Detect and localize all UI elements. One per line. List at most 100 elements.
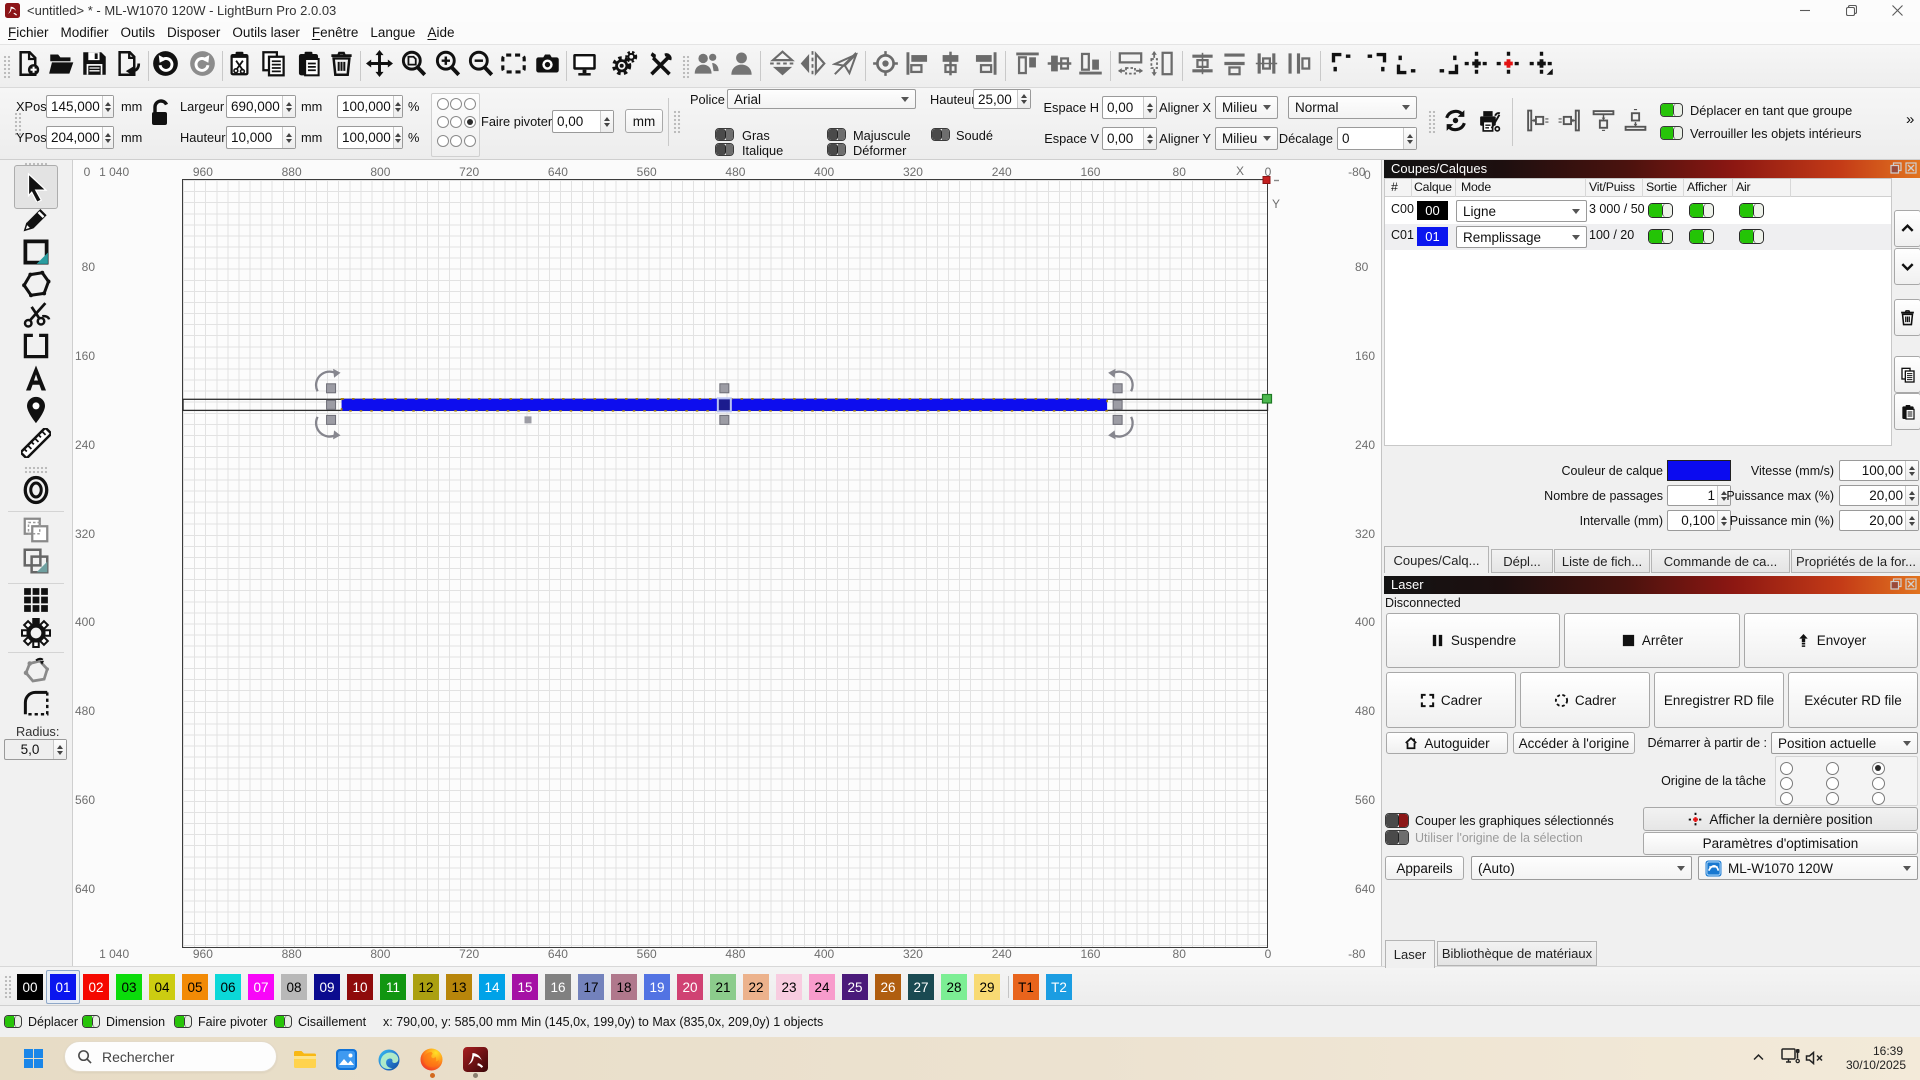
distort-toggle[interactable] (827, 143, 846, 156)
job-origin-selector[interactable] (1775, 756, 1918, 806)
zoom-in-button[interactable] (430, 46, 464, 80)
palette-swatch-T2[interactable]: T2 (1046, 974, 1072, 1000)
palette-swatch-00[interactable]: 00 (17, 974, 43, 1000)
frame-button[interactable]: Cadrer (1386, 672, 1516, 728)
cross-center-button[interactable] (1459, 46, 1493, 80)
tool-corner-radius[interactable] (21, 688, 51, 718)
network-icon[interactable] (1781, 1048, 1801, 1066)
volume-muted-icon[interactable] (1805, 1051, 1823, 1065)
distribute-v-center-button[interactable] (1249, 46, 1283, 80)
taskbar-search[interactable]: Rechercher (64, 1041, 277, 1072)
pad-top-button[interactable] (1588, 105, 1618, 135)
palette-swatch-16[interactable]: 16 (545, 974, 571, 1000)
tab-commande-de-ca[interactable]: Commande de ca... (1651, 549, 1790, 573)
zoom-out-button[interactable] (463, 46, 497, 80)
column-header-mode[interactable]: Mode (1461, 180, 1491, 194)
panel-float-icon[interactable] (1890, 162, 1902, 174)
palette-swatch-28[interactable]: 28 (941, 974, 967, 1000)
file-explorer-icon[interactable] (293, 1050, 316, 1069)
device-combo[interactable]: ML-W1070 120W (1698, 856, 1918, 880)
port-combo[interactable]: (Auto) (1471, 856, 1692, 880)
redo-button[interactable] (185, 46, 219, 80)
toolbar-grip[interactable] (673, 110, 681, 134)
restore-button[interactable] (1828, 0, 1874, 21)
power-max-field[interactable]: 20,00 (1839, 485, 1919, 506)
palette-swatch-15[interactable]: 15 (512, 974, 538, 1000)
job-origin-radio-1[interactable] (1826, 762, 1839, 775)
spinner-buttons[interactable] (393, 96, 402, 117)
offset-field[interactable]: 0 (1337, 127, 1417, 150)
panel-close-icon[interactable] (1905, 162, 1917, 174)
radius-field[interactable]: 5,0 (4, 739, 67, 760)
move-as-group-toggle[interactable] (1660, 103, 1683, 117)
close-button[interactable] (1874, 0, 1920, 21)
palette-swatch-19[interactable]: 19 (644, 974, 670, 1000)
uppercase-toggle[interactable] (827, 128, 846, 141)
save-file-button[interactable] (77, 46, 111, 80)
same-height-button[interactable] (1144, 46, 1178, 80)
tab-laser[interactable]: Laser (1385, 940, 1435, 968)
tool-draw-lines[interactable] (21, 204, 51, 234)
save-rd-button[interactable]: Enregistrer RD file (1654, 672, 1784, 728)
layer-color-chip[interactable]: 01 (1417, 227, 1448, 246)
palette-swatch-21[interactable]: 21 (710, 974, 736, 1000)
refresh-text-button[interactable] (1440, 105, 1470, 135)
send-plane-button[interactable] (828, 46, 862, 80)
focus-target-button[interactable] (868, 46, 902, 80)
anchor-radio-0[interactable] (437, 98, 449, 110)
spinner-buttons[interactable] (102, 96, 113, 117)
pad-right-button[interactable] (1554, 105, 1584, 135)
alignx-combo[interactable]: Milieu (1215, 96, 1278, 119)
tab-d-pl[interactable]: Dépl... (1491, 549, 1553, 573)
anchor-radio-5[interactable] (464, 116, 476, 128)
layer-up-button[interactable] (1894, 210, 1920, 247)
tool-select[interactable] (21, 172, 51, 202)
layer-sortie-toggle[interactable] (1648, 229, 1673, 244)
column-header-vitpuiss[interactable]: Vit/Puiss (1589, 180, 1635, 194)
same-width-button[interactable] (1113, 46, 1147, 80)
stop-button[interactable]: Arrêter (1564, 613, 1740, 668)
import-file-button[interactable] (110, 46, 144, 80)
user-button[interactable] (724, 46, 758, 80)
column-header-afficher[interactable]: Afficher (1687, 180, 1727, 194)
run-rd-button[interactable]: Exécuter RD file (1788, 672, 1918, 728)
flip-horizontal-button[interactable] (795, 46, 829, 80)
cuts-panel-header[interactable]: Coupes/Calques (1384, 160, 1920, 178)
layer-air-toggle[interactable] (1739, 229, 1764, 244)
tool-position-laser[interactable] (21, 395, 51, 425)
cross-laser-position-button[interactable] (1491, 46, 1525, 80)
status-toggle-déplacer[interactable] (4, 1015, 22, 1028)
bold-toggle[interactable] (715, 128, 734, 141)
workspace-canvas[interactable]: 1 0401 040960960880880800800720720640640… (73, 160, 1381, 966)
menu-outils[interactable]: Outils (115, 23, 162, 43)
zoom-page-button[interactable] (396, 46, 430, 80)
align-center-h-button[interactable] (933, 46, 967, 80)
job-origin-radio-4[interactable] (1826, 777, 1839, 790)
photos-app-icon[interactable] (336, 1049, 357, 1070)
cut-selected-toggle[interactable] (1385, 813, 1409, 828)
job-origin-radio-7[interactable] (1826, 792, 1839, 805)
flip-vertical-button[interactable] (765, 46, 799, 80)
laser-panel-header[interactable]: Laser (1384, 576, 1920, 594)
palette-swatch-02[interactable]: 02 (83, 974, 109, 1000)
devices-button[interactable]: Appareils (1385, 856, 1464, 880)
minimize-button[interactable] (1782, 0, 1828, 21)
layer-row-C00[interactable]: C0000Ligne3 000 / 50 (1385, 198, 1891, 224)
power-min-field[interactable]: 20,00 (1839, 510, 1919, 531)
copy-button[interactable] (256, 46, 290, 80)
height-field[interactable]: 10,000 (226, 126, 296, 149)
home-button[interactable]: Autoguider (1386, 732, 1508, 754)
distribute-h-gap-button[interactable] (1217, 46, 1251, 80)
frame-circle-button[interactable]: Cadrer (1520, 672, 1650, 728)
preview-monitor-button[interactable] (567, 46, 601, 80)
layer-sortie-toggle[interactable] (1648, 203, 1673, 218)
pad-left-button[interactable] (1522, 105, 1552, 135)
toolbar-grip[interactable] (4, 975, 12, 999)
font-combo[interactable]: Arial (727, 89, 916, 109)
units-button[interactable]: mm (625, 109, 663, 133)
palette-swatch-01[interactable]: 01 (50, 974, 76, 1000)
palette-swatch-18[interactable]: 18 (611, 974, 637, 1000)
corner-top-left-button[interactable] (1325, 46, 1359, 80)
tool-text[interactable] (21, 363, 51, 393)
paste-button[interactable] (291, 46, 325, 80)
